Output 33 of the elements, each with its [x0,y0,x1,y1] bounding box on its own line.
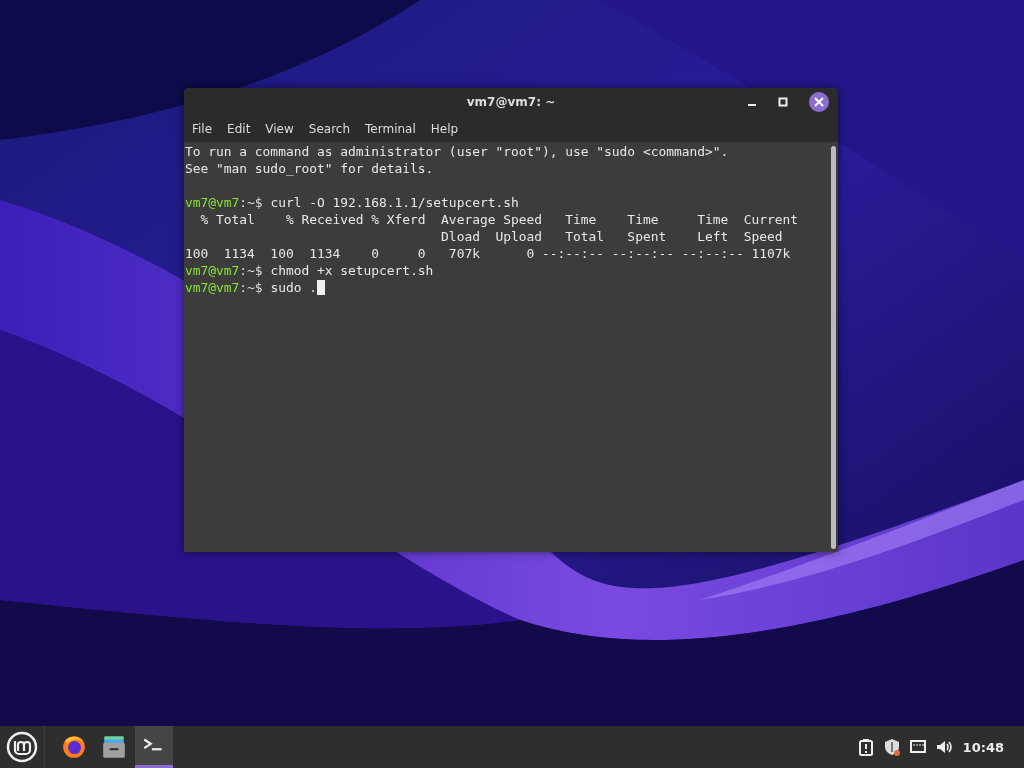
clipboard-icon[interactable] [856,738,875,756]
network-icon[interactable] [908,738,927,756]
volume-icon[interactable] [934,738,953,756]
menu-icon[interactable] [6,731,38,763]
terminal-output: See "man sudo_root" for details. [185,161,434,176]
prompt-path: :~$ [239,280,264,295]
terminal-command: curl -O 192.168.1.1/setupcert.sh [270,195,519,210]
terminal-command: chmod +x setupcert.sh [270,263,434,278]
prompt-user: vm7@vm7 [185,280,240,295]
menu-item[interactable]: Help [426,122,467,136]
menu-item[interactable]: Edit [223,122,259,136]
prompt-path: :~$ [239,263,264,278]
maximize-icon[interactable] [778,97,788,107]
window-title: vm7@vm7: ~ [466,95,556,109]
taskbar-button[interactable] [135,726,173,768]
menu-item[interactable]: Search [304,122,359,136]
terminal-output: Dload Upload Total Spent Left Speed [440,229,783,244]
terminal-output: 100 1134 100 1134 0 0 707k 0 --:--:-- --:--:-- --:--:-- 1107k [185,246,791,261]
file-cabinet-icon [101,734,127,760]
scrollbar[interactable] [831,146,836,549]
menu-item[interactable]: File [188,122,221,136]
menu-item[interactable]: View [261,122,302,136]
clock[interactable]: 10:48 [962,739,1004,755]
shield-icon[interactable] [882,738,901,756]
terminal-output: To run a command as administrator (user "root"), use "sudo <command>". [185,144,729,159]
prompt-user: vm7@vm7 [185,263,240,278]
menu-item[interactable]: Terminal [361,122,424,136]
prompt-path: :~$ [239,195,264,210]
prompt-user: vm7@vm7 [185,195,240,210]
terminal-output: % Total % Received % Xferd Average Speed Time Time Time Current [199,212,799,227]
close-icon[interactable] [809,92,829,112]
terminal-command: sudo . [270,280,317,295]
browser-icon [61,734,87,760]
